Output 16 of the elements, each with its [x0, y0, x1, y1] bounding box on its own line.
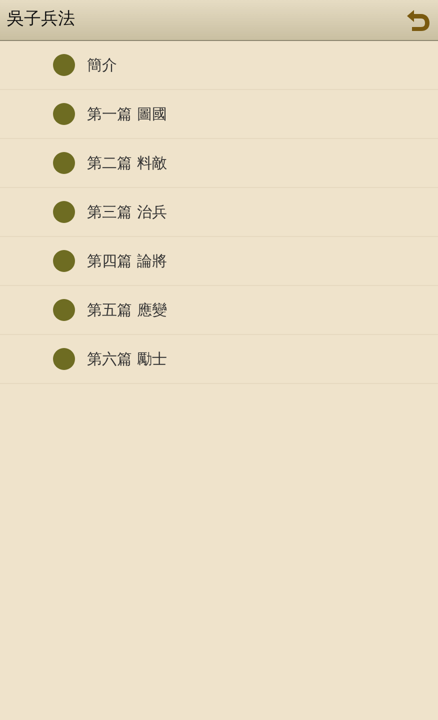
bullet-icon	[53, 54, 75, 76]
chapter-item[interactable]: 第一篇 圖國	[0, 90, 438, 139]
chapter-item[interactable]: 第四篇 論將	[0, 237, 438, 286]
chapter-item[interactable]: 第五篇 應變	[0, 286, 438, 335]
bullet-icon	[53, 250, 75, 272]
bullet-icon	[53, 299, 75, 321]
app-title: 吳子兵法	[6, 8, 75, 32]
chapter-item[interactable]: 第三篇 治兵	[0, 188, 438, 237]
chapter-item[interactable]: 第二篇 料敵	[0, 139, 438, 188]
bullet-icon	[53, 348, 75, 370]
bullet-icon	[53, 201, 75, 223]
bullet-icon	[53, 103, 75, 125]
bullet-icon	[53, 152, 75, 174]
chapter-item[interactable]: 簡介	[0, 41, 438, 90]
back-icon	[405, 8, 431, 32]
chapter-item[interactable]: 第六篇 勵士	[0, 335, 438, 384]
